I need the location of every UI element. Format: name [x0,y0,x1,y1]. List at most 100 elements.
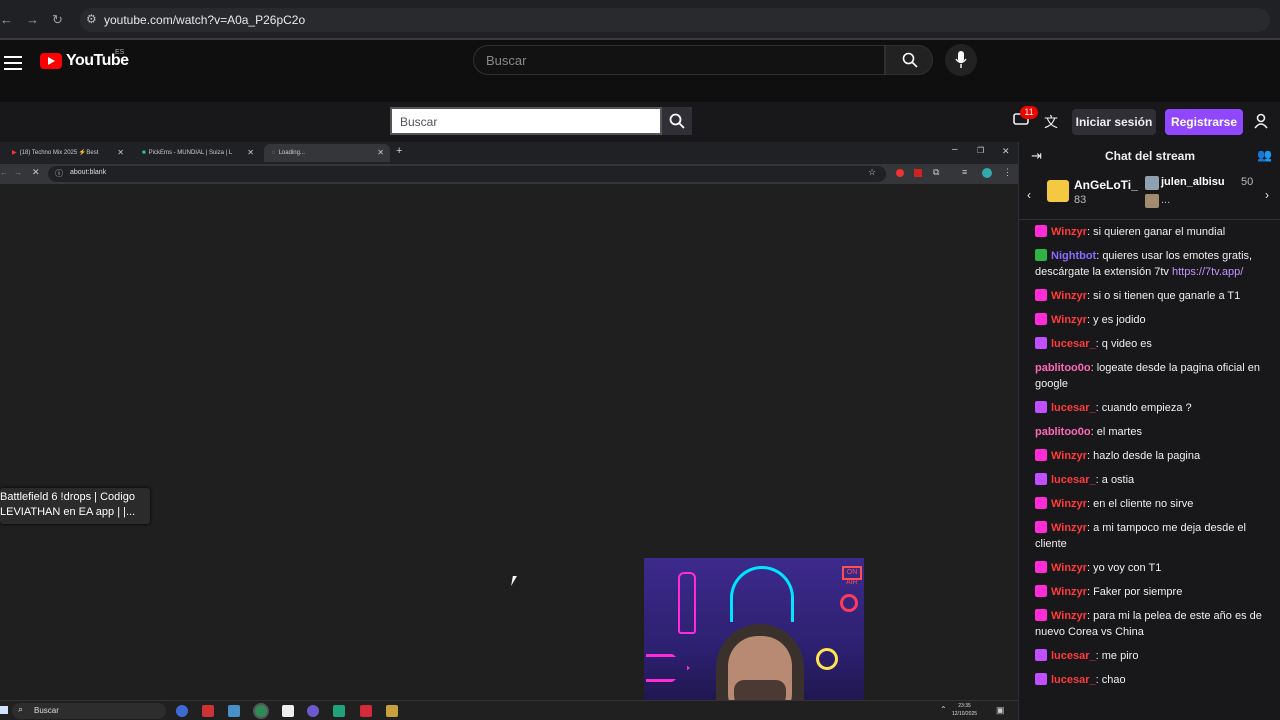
tab-title: Loading... [278,150,305,156]
browser-tab-active[interactable]: ◌ Loading... ✕ [264,144,390,162]
chat-badge-icon[interactable] [1035,673,1047,685]
translate-icon[interactable]: 文 [1044,112,1058,132]
chat-title: Chat del stream [1104,149,1196,163]
chevron-right-icon[interactable]: › [1265,188,1269,202]
gifter-name[interactable]: julen_albisu [1161,176,1225,188]
more-options-icon[interactable]: ⋮ [1003,167,1012,178]
close-tab-icon[interactable]: ✕ [117,144,124,162]
chat-username[interactable]: pablitoo0o [1035,426,1091,438]
app-icon[interactable] [228,705,240,717]
chat-badge-icon[interactable] [1035,585,1047,597]
media-control-icon[interactable]: ≡ [962,167,967,177]
chat-username[interactable]: lucesar_ [1051,338,1096,350]
app-icon[interactable] [386,705,398,717]
register-button[interactable]: Registrarse [1165,109,1243,135]
chat-badge-icon[interactable] [1035,473,1047,485]
chat-badge-icon[interactable] [1035,497,1047,509]
restore-icon[interactable]: ❐ [977,146,984,155]
app-icon[interactable] [307,705,319,717]
chat-username[interactable]: Winzyr [1051,226,1087,238]
more-gifters: ... [1161,194,1171,206]
youtube-search-input[interactable]: Buscar [473,45,885,75]
chat-username[interactable]: Winzyr [1051,586,1087,598]
profile-avatar[interactable] [982,168,992,178]
browser-tab[interactable]: ▶ (18) Techno Mix 2025 ⚡Best ✕ [4,144,130,162]
puzzle-extensions-icon[interactable]: ⧉ [933,167,939,178]
youtube-logo-icon[interactable] [40,53,62,69]
stream-search-button[interactable] [662,107,692,135]
chat-badge-icon[interactable] [1035,649,1047,661]
chat-link[interactable]: https://7tv.app/ [1172,266,1243,278]
chat-username[interactable]: Winzyr [1051,314,1087,326]
menu-icon[interactable] [4,52,22,74]
chat-badge-icon[interactable] [1035,561,1047,573]
chat-text: : y es jodido [1086,314,1146,326]
chat-username[interactable]: Winzyr [1051,522,1087,534]
chat-username[interactable]: lucesar_ [1051,474,1096,486]
chat-username[interactable]: Winzyr [1051,290,1087,302]
chat-username[interactable]: lucesar_ [1051,402,1096,414]
back-arrow-icon[interactable]: ← [0,12,13,27]
stream-search-input[interactable]: Buscar [390,107,662,135]
new-tab-icon[interactable]: + [396,145,402,157]
app-icon[interactable] [360,705,372,717]
taskbar-clock[interactable]: 23:35 12/10/2025 [952,702,977,718]
user-icon[interactable] [1254,113,1268,129]
chat-badge-icon[interactable] [1035,249,1047,261]
app-icon[interactable] [282,705,294,717]
youtube-search-button[interactable] [885,45,933,75]
reload-icon[interactable]: ↻ [52,12,63,28]
chat-username[interactable]: Winzyr [1051,498,1087,510]
chat-badge-icon[interactable] [1035,401,1047,413]
chat-username[interactable]: Nightbot [1051,250,1096,262]
extension-icon[interactable] [896,169,904,177]
chat-badge-icon[interactable] [1035,449,1047,461]
chat-badge-icon[interactable] [1035,313,1047,325]
chat-username[interactable]: Winzyr [1051,562,1087,574]
browser-tab[interactable]: ■ PickEms - MUNDIAL | Suiza | L ✕ [134,144,260,162]
forward-arrow-icon[interactable]: → [14,168,22,177]
chat-text: : hazlo desde la pagina [1086,450,1201,462]
chat-badge-icon[interactable] [1035,609,1047,621]
back-arrow-icon[interactable]: ← [0,168,8,177]
gifter-name[interactable]: AnGeLoTi_ [1074,178,1138,192]
neon-arrow-icon [646,654,690,682]
chat-username[interactable]: Winzyr [1051,610,1087,622]
chat-username[interactable]: pablitoo0o [1035,362,1091,374]
address-bar[interactable]: ⚙ youtube.com/watch?v=A0a_P26pC2o [80,8,1270,32]
start-icon[interactable] [0,706,8,714]
chevron-left-icon[interactable]: ‹ [1027,188,1031,202]
notification-center-icon[interactable]: ▣ [996,705,1005,716]
chrome-icon[interactable] [255,705,267,717]
voice-search-button[interactable] [945,44,977,76]
neon-cherry-icon [840,594,858,612]
chat-username[interactable]: lucesar_ [1051,674,1096,686]
minimize-icon[interactable]: – [952,144,958,155]
taskbar-search[interactable]: ⌕ Buscar [12,703,166,719]
close-tab-icon[interactable]: ✕ [377,144,384,162]
chat-message: Winzyr: a mi tampoco me deja desde el cl… [1035,520,1271,552]
chat-badge-icon[interactable] [1035,225,1047,237]
site-info-icon[interactable]: ⚙ [86,12,97,26]
close-tab-icon[interactable]: ✕ [247,144,254,162]
inner-address-bar[interactable]: ⓘ about:blank ☆ [48,166,886,182]
close-window-icon[interactable]: ✕ [1002,146,1010,157]
login-button[interactable]: Iniciar sesión [1072,109,1156,135]
clock-date: 12/10/2025 [952,711,978,717]
chat-badge-icon[interactable] [1035,289,1047,301]
stop-loading-icon[interactable]: ✕ [32,167,40,178]
chat-username[interactable]: Winzyr [1051,450,1087,462]
pdf-extension-icon[interactable] [914,169,922,177]
app-icon[interactable] [333,705,345,717]
tray-chevron-icon[interactable]: ⌃ [940,705,947,714]
forward-arrow-icon[interactable]: → [26,12,39,27]
chat-badge-icon[interactable] [1035,337,1047,349]
app-icon[interactable] [176,705,188,717]
chat-badge-icon[interactable] [1035,521,1047,533]
community-icon[interactable]: 👥 [1257,148,1272,162]
chat-message: pablitoo0o: logeate desde la pagina ofic… [1035,360,1271,392]
chat-username[interactable]: lucesar_ [1051,650,1096,662]
app-icon[interactable] [202,705,214,717]
bookmark-star-icon[interactable]: ☆ [868,167,876,178]
chat-message: Winzyr: si quieren ganar el mundial [1035,224,1271,240]
